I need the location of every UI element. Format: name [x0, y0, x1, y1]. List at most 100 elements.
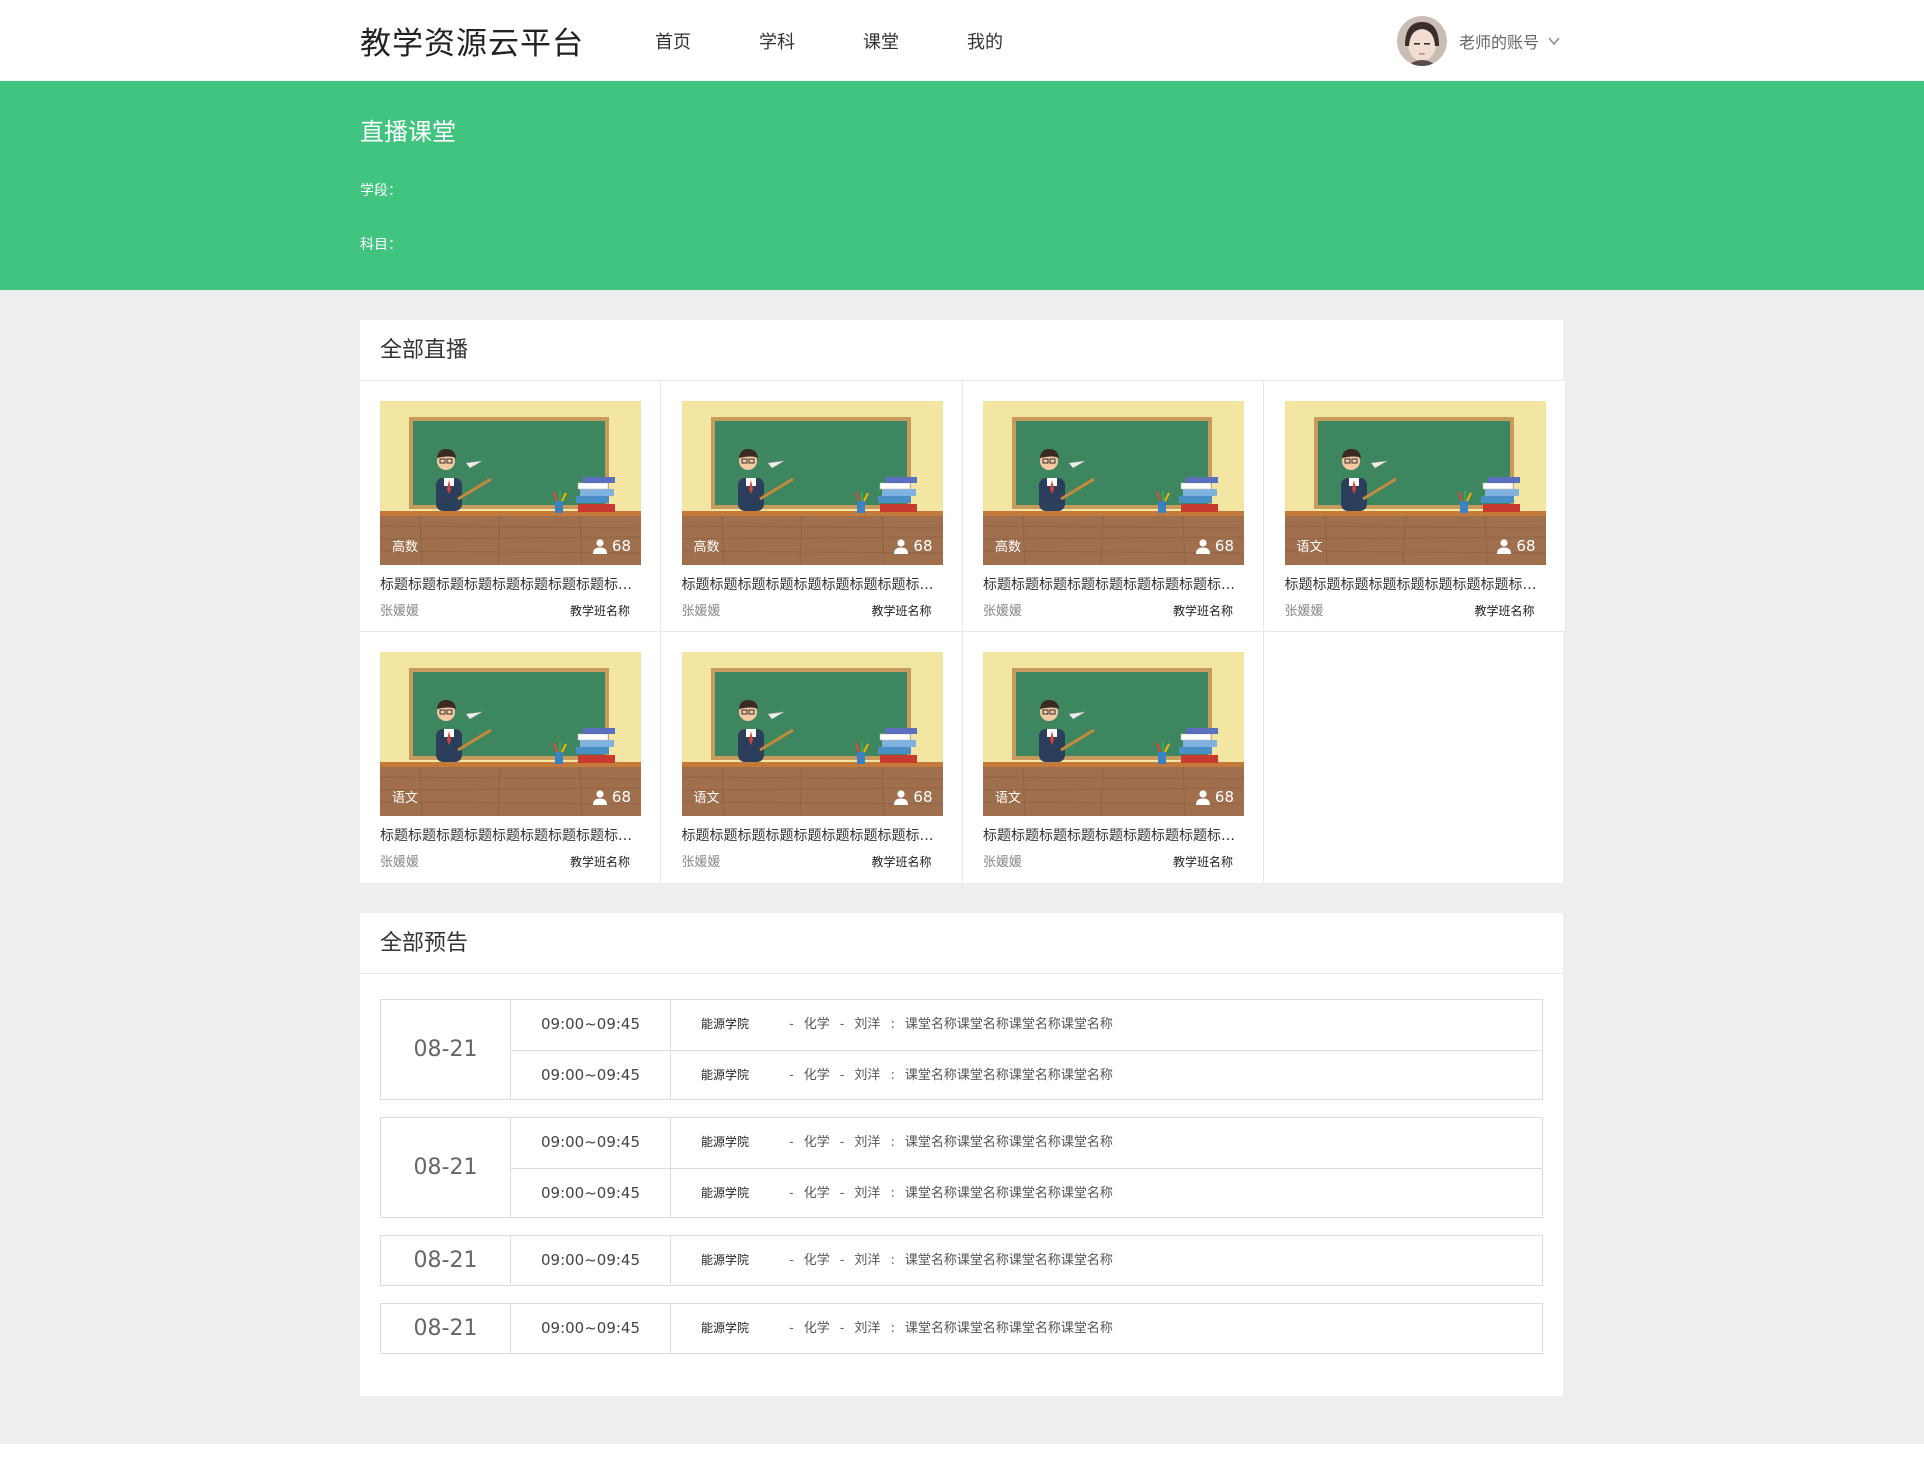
avatar[interactable] [1397, 16, 1447, 66]
schedule-time: 09:00~09:45 [511, 1118, 671, 1167]
viewer-count: 68 [1195, 788, 1234, 806]
viewer-count-value: 68 [1214, 537, 1234, 555]
schedule-school: 能源学院 [701, 1068, 750, 1082]
chevron-down-icon[interactable] [1547, 34, 1561, 48]
separator: - [789, 1017, 794, 1032]
schedule-row[interactable]: 09:00~09:45 能源学院 - 化学 - 刘洋: 课堂名称课堂名称课堂名称课堂名称 [511, 1236, 1542, 1285]
subject-tag: 高数 [392, 540, 419, 555]
subject-tag: 语文 [1296, 540, 1323, 555]
nav-item-classroom[interactable]: 课堂 [863, 28, 967, 54]
subject-tag: 语文 [392, 791, 419, 806]
viewer-count: 68 [592, 537, 631, 555]
separator: : [890, 1017, 895, 1032]
live-card[interactable]: 语文 68 标题标题标题标题标题标题标题标题标题标题标题张媛媛 教学班名称 [360, 632, 661, 883]
schedule-time: 09:00~09:45 [511, 1051, 671, 1100]
viewer-count: 68 [894, 537, 933, 555]
schedule-teacher: 刘洋 [854, 1186, 881, 1201]
schedule-info[interactable]: 能源学院 - 化学 - 刘洋: 课堂名称课堂名称课堂名称课堂名称 [701, 1169, 1113, 1218]
class-name: 教学班名称 [1172, 604, 1233, 618]
schedule-course: 课堂名称课堂名称课堂名称课堂名称 [904, 1321, 1113, 1336]
teacher-name: 张媛媛 [1284, 604, 1324, 619]
live-card-title[interactable]: 标题标题标题标题标题标题标题标题标题标题标题 [983, 574, 1245, 594]
schedule-info[interactable]: 能源学院 - 化学 - 刘洋: 课堂名称课堂名称课堂名称课堂名称 [701, 1000, 1113, 1049]
live-card-title[interactable]: 标题标题标题标题标题标题标题标题标题标题标题 [1285, 574, 1547, 594]
schedule-school: 能源学院 [701, 1253, 750, 1267]
live-card[interactable]: 语文 68 标题标题标题标题标题标题标题标题标题标题标题张媛媛 教学班名称 [661, 632, 963, 883]
avatar-image [1397, 16, 1447, 66]
schedule-row[interactable]: 09:00~09:45 能源学院 - 化学 - 刘洋: 课堂名称课堂名称课堂名称课堂名称 [511, 1168, 1542, 1218]
separator: - [789, 1186, 794, 1201]
live-thumbnail[interactable]: 语文 68 [983, 652, 1244, 816]
live-panel: 全部直播 高数68标题标题标题标题标题标题标题标题标题标题标题张媛媛教学班名称 [360, 320, 1566, 883]
separator: - [839, 1017, 845, 1032]
class-name: 教学班名称 [871, 604, 932, 618]
schedule-row[interactable]: 09:00~09:45 能源学院 - 化学 - 刘洋: 课堂名称课堂名称课堂名称课堂名称 [511, 1050, 1542, 1100]
class-name: 教学班名称 [1172, 855, 1233, 869]
schedule-school: 能源学院 [701, 1321, 750, 1335]
account-menu[interactable]: 老师的账号 [1397, 15, 1561, 67]
viewer-count-value: 68 [913, 788, 933, 806]
user-icon [592, 538, 607, 554]
class-name: 教学班名称 [569, 604, 630, 618]
live-thumbnail[interactable]: 高数 68 [681, 401, 943, 565]
separator: - [839, 1186, 845, 1201]
live-card-title[interactable]: 标题标题标题标题标题标题标题标题标题标题标题 [682, 574, 944, 594]
teacher-name: 张媛媛 [380, 855, 420, 870]
user-icon [1497, 538, 1512, 554]
live-thumbnail[interactable]: 高数 68 [380, 401, 641, 565]
schedule-subject: 化学 [803, 1186, 830, 1201]
viewer-count-value: 68 [1516, 537, 1536, 555]
live-thumbnail[interactable]: 语文 68 [380, 652, 641, 816]
separator: : [890, 1186, 895, 1201]
schedule-row[interactable]: 09:00~09:45 能源学院 - 化学 - 刘洋: 课堂名称课堂名称课堂名称课堂名称 [511, 1304, 1542, 1353]
schedule-course: 课堂名称课堂名称课堂名称课堂名称 [904, 1135, 1113, 1150]
viewer-count-value: 68 [611, 537, 631, 555]
schedule-subject: 化学 [803, 1135, 830, 1150]
schedule-info[interactable]: 能源学院 - 化学 - 刘洋: 课堂名称课堂名称课堂名称课堂名称 [701, 1304, 1113, 1353]
nav-item-subject[interactable]: 学科 [759, 28, 863, 54]
live-card[interactable]: 高数 68 标题标题标题标题标题标题标题标题标题标题标题张媛媛 教学班名称 [360, 381, 661, 632]
schedule-group: 08-21 09:00~09:45 能源学院 - 化学 - 刘洋: 课堂名称课堂名称课堂名称课… [380, 1303, 1543, 1354]
schedule-info[interactable]: 能源学院 - 化学 - 刘洋: 课堂名称课堂名称课堂名称课堂名称 [701, 1051, 1113, 1100]
live-card-title[interactable]: 标题标题标题标题标题标题标题标题标题标题标题 [380, 825, 642, 845]
preview-panel: 全部预告 08-21 09:00~09:45 能源学院 - 化学 - 刘洋: 课堂名称课堂名称… [360, 913, 1563, 1396]
schedule-course: 课堂名称课堂名称课堂名称课堂名称 [904, 1017, 1113, 1032]
separator: - [789, 1321, 794, 1336]
live-card[interactable]: 高数 68 标题标题标题标题标题标题标题标题标题标题标题张媛媛 教学班名称 [661, 381, 963, 632]
live-card-title[interactable]: 标题标题标题标题标题标题标题标题标题标题标题 [682, 825, 944, 845]
viewer-count-value: 68 [913, 537, 933, 555]
account-name[interactable]: 老师的账号 [1459, 29, 1539, 53]
schedule-row[interactable]: 09:00~09:45 能源学院 - 化学 - 刘洋: 课堂名称课堂名称课堂名称课堂名称 [511, 1118, 1542, 1167]
class-name: 教学班名称 [569, 855, 630, 869]
live-card[interactable]: 语文 68 标题标题标题标题标题标题标题标题标题标题标题张媛媛 教学班名称 [963, 632, 1264, 883]
schedule-course: 课堂名称课堂名称课堂名称课堂名称 [904, 1253, 1113, 1268]
separator: : [890, 1321, 895, 1336]
live-card-title[interactable]: 标题标题标题标题标题标题标题标题标题标题标题 [983, 825, 1245, 845]
schedule-info[interactable]: 能源学院 - 化学 - 刘洋: 课堂名称课堂名称课堂名称课堂名称 [701, 1118, 1113, 1167]
separator: - [839, 1253, 845, 1268]
subject-tag: 高数 [693, 540, 720, 555]
schedule-date: 08-21 [381, 1000, 511, 1099]
live-thumbnail[interactable]: 语文 68 [1284, 401, 1546, 565]
live-thumbnail[interactable]: 高数 68 [983, 401, 1244, 565]
site-logo[interactable]: 教学资源云平台 [360, 18, 584, 63]
class-name: 教学班名称 [871, 855, 932, 869]
viewer-count: 68 [1497, 537, 1536, 555]
top-header: 教学资源云平台 首页 学科 课堂 我的 老师的账号 [0, 0, 1924, 81]
schedule-info[interactable]: 能源学院 - 化学 - 刘洋: 课堂名称课堂名称课堂名称课堂名称 [701, 1236, 1113, 1285]
nav-item-home[interactable]: 首页 [655, 28, 759, 54]
live-thumbnail[interactable]: 语文 68 [681, 652, 943, 816]
live-panel-title: 全部直播 [360, 320, 1563, 381]
schedule-course: 课堂名称课堂名称课堂名称课堂名称 [904, 1068, 1113, 1083]
live-card-title[interactable]: 标题标题标题标题标题标题标题标题标题标题标题 [380, 574, 642, 594]
nav-item-mine[interactable]: 我的 [967, 28, 1071, 54]
teacher-name: 张媛媛 [681, 855, 721, 870]
schedule-teacher: 刘洋 [854, 1017, 881, 1032]
live-card[interactable]: 高数 68 标题标题标题标题标题标题标题标题标题标题标题张媛媛 教学班名称 [963, 381, 1264, 632]
schedule-date: 08-21 [381, 1118, 511, 1217]
schedule-subject: 化学 [803, 1253, 830, 1268]
schedule-row[interactable]: 09:00~09:45 能源学院 - 化学 - 刘洋: 课堂名称课堂名称课堂名称课堂名称 [511, 1000, 1542, 1049]
schedule-subject: 化学 [803, 1017, 830, 1032]
live-card[interactable]: 语文 68 标题标题标题标题标题标题标题标题标题标题标题张媛媛 教学班名称 [1264, 381, 1566, 632]
user-icon [592, 789, 607, 805]
